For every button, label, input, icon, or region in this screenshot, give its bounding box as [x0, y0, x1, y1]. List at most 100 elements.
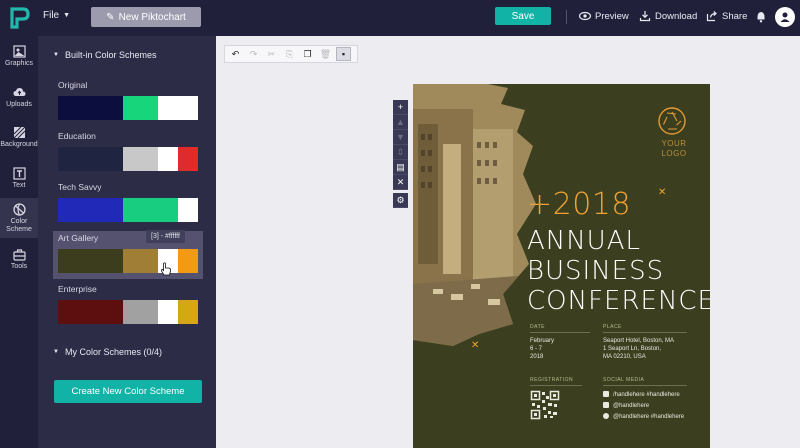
top-bar: File ▼ ✎ New Piktochart Save Preview Dow…: [0, 0, 800, 36]
swatch[interactable]: [123, 147, 158, 171]
my-schemes-heading: My Color Schemes (0/4): [64, 347, 162, 357]
logo-line: YOUR: [661, 139, 687, 148]
rail-item-background[interactable]: Background: [0, 126, 38, 148]
rail-label-background: Background: [0, 141, 38, 148]
qr-code: [530, 390, 560, 420]
scheme-original[interactable]: Original: [53, 78, 203, 126]
swatch[interactable]: [178, 147, 198, 171]
avatar[interactable]: [775, 7, 795, 27]
swatch[interactable]: [123, 198, 178, 222]
upload-cloud-icon: [13, 88, 25, 96]
new-piktochart-button[interactable]: ✎ New Piktochart: [91, 7, 201, 27]
scheme-name: Art Gallery: [58, 233, 99, 243]
left-rail: Graphics Uploads Background Text Color S…: [0, 36, 38, 448]
trash-icon[interactable]: 🗑: [318, 47, 333, 61]
logo-line: LOGO: [661, 149, 687, 158]
save-button[interactable]: Save: [495, 7, 551, 25]
pencil-icon: ✎: [106, 11, 115, 23]
registration-label: REGISTRATION: [530, 377, 574, 383]
poster-year[interactable]: +2018: [527, 187, 631, 222]
add-block-icon[interactable]: +: [393, 100, 408, 115]
social-row-twitter: @handlehere: [603, 401, 684, 412]
social-list[interactable]: /handlehere #handlehere @handlehere @han…: [603, 390, 684, 423]
builtin-schemes-heading: Built-in Color Schemes: [64, 50, 157, 60]
my-schemes-toggle[interactable]: ▼ My Color Schemes (0/4): [53, 347, 162, 357]
place-text[interactable]: Seaport Hotel, Boston, MA 1 Seaport Ln, …: [603, 337, 674, 361]
bell-icon[interactable]: [756, 11, 766, 23]
rail-item-graphics[interactable]: Graphics: [0, 45, 38, 67]
color-scheme-icon: [12, 203, 26, 216]
move-up-icon[interactable]: ▲: [393, 115, 408, 130]
paste-icon[interactable]: ⎘: [282, 47, 297, 61]
poster-title-line[interactable]: ANNUAL: [527, 228, 641, 254]
toolbar-divider: [566, 10, 567, 24]
poster-title-line[interactable]: CONFERENCE: [527, 288, 710, 314]
rail-item-color-scheme[interactable]: Color Scheme: [0, 198, 38, 238]
rail-item-tools[interactable]: Tools: [0, 248, 38, 270]
swatch[interactable]: [123, 96, 158, 120]
duplicate-block-icon[interactable]: ▤: [393, 160, 408, 175]
block-settings-icon[interactable]: ⚙: [393, 193, 408, 208]
your-logo-text: YOUR LOGO: [659, 139, 689, 159]
preview-button[interactable]: Preview: [579, 10, 629, 22]
swatch[interactable]: [58, 147, 123, 171]
swatch[interactable]: [58, 96, 123, 120]
swatch[interactable]: [158, 300, 178, 324]
redo-icon[interactable]: ↷: [246, 47, 261, 61]
social-handle: @handlehere #handlehere: [613, 414, 685, 420]
block-tools: + ▲ ▼ ⇕ ▤ ✕ ⚙: [393, 100, 408, 208]
swatch[interactable]: [158, 96, 198, 120]
create-color-scheme-button[interactable]: Create New Color Scheme: [54, 380, 202, 403]
triangle-down-icon: ▼: [53, 52, 59, 58]
date-text[interactable]: February 6 - 7 2018: [530, 337, 554, 361]
move-down-icon[interactable]: ▼: [393, 130, 408, 145]
scheme-name: Enterprise: [58, 284, 97, 294]
copy-icon[interactable]: ❐: [300, 47, 315, 61]
file-menu-label: File: [43, 10, 60, 21]
cut-icon[interactable]: ✂: [264, 47, 279, 61]
swatch[interactable]: [158, 147, 178, 171]
select-block-icon[interactable]: ▪: [336, 47, 351, 61]
share-button[interactable]: Share: [706, 10, 747, 22]
download-button[interactable]: Download: [639, 10, 697, 22]
date-line: 2018: [530, 354, 544, 360]
poster-title-line[interactable]: BUSINESS: [527, 258, 664, 284]
swatch[interactable]: [178, 300, 198, 324]
swatch[interactable]: [178, 249, 198, 273]
place-line: 1 Seaport Ln, Boston,: [603, 346, 662, 352]
rail-item-text[interactable]: Text: [0, 167, 38, 189]
undo-icon[interactable]: ↶: [228, 47, 243, 61]
date-line: February: [530, 338, 555, 344]
swatch[interactable]: [58, 198, 123, 222]
piktochart-logo-icon[interactable]: [8, 6, 30, 30]
swatch[interactable]: [178, 198, 198, 222]
tools-icon: [12, 249, 26, 261]
builtin-schemes-toggle[interactable]: ▼ Built-in Color Schemes: [53, 50, 157, 60]
poster[interactable]: YOUR LOGO ✕ +2018 ANNUAL BUSINESS CONFER…: [413, 84, 710, 448]
eye-icon: [579, 11, 591, 21]
rail-item-uploads[interactable]: Uploads: [0, 86, 38, 108]
date-label: DATE: [530, 324, 545, 330]
swatch-row: [58, 300, 198, 324]
scheme-education[interactable]: Education: [53, 129, 203, 177]
text-icon: [12, 167, 26, 180]
new-piktochart-label: New Piktochart: [118, 11, 186, 23]
swatch[interactable]: [58, 300, 123, 324]
file-menu[interactable]: File ▼: [43, 10, 70, 21]
rail-label-graphics: Graphics: [4, 60, 33, 67]
scheme-enterprise[interactable]: Enterprise: [53, 282, 203, 330]
divider: [603, 385, 687, 386]
your-logo-mark-icon: [658, 107, 686, 135]
edit-toolbar: ↶ ↷ ✂ ⎘ ❐ 🗑 ▪: [224, 45, 358, 63]
swatch[interactable]: [123, 300, 158, 324]
swatch[interactable]: [123, 249, 158, 273]
scheme-tech-savvy[interactable]: Tech Savvy: [53, 180, 203, 228]
delete-block-icon[interactable]: ✕: [393, 175, 408, 190]
resize-icon[interactable]: ⇕: [393, 145, 408, 160]
instagram-icon: [603, 413, 609, 420]
chevron-down-icon: ▼: [63, 12, 71, 19]
cross-decoration-icon: ✕: [471, 340, 480, 351]
swatch[interactable]: [58, 249, 123, 273]
swatch-row: [58, 147, 198, 171]
place-line: MA 02210, USA: [603, 354, 646, 360]
